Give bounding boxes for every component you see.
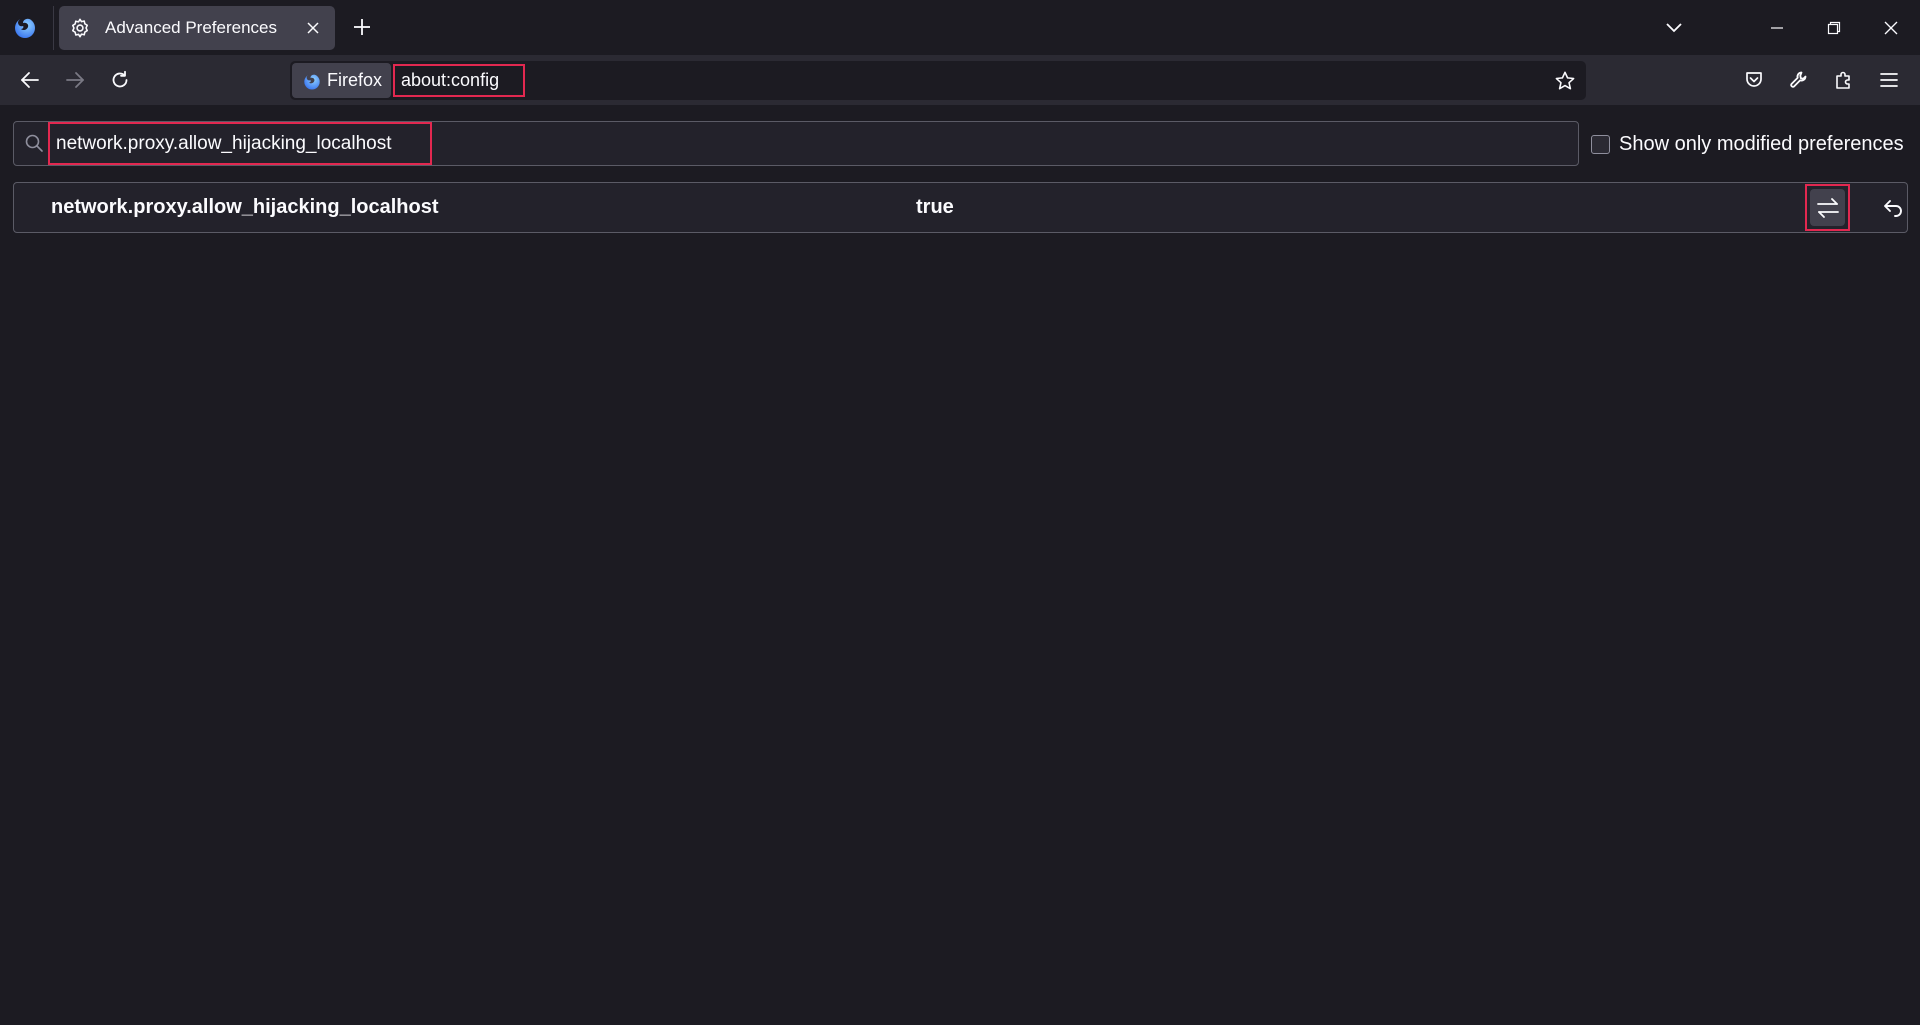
tab-separator [53, 6, 54, 50]
navigation-toolbar: Firefox about:config [0, 55, 1920, 105]
close-window-icon[interactable] [1874, 11, 1908, 45]
show-modified-checkbox[interactable] [1591, 134, 1610, 154]
preference-name: network.proxy.allow_hijacking_localhost [51, 196, 439, 218]
extensions-puzzle-icon[interactable] [1827, 63, 1861, 97]
preference-search-box[interactable]: network.proxy.allow_hijacking_localhost [13, 121, 1579, 166]
firefox-logo-icon [302, 71, 322, 91]
wrench-icon[interactable] [1782, 63, 1816, 97]
preference-row: network.proxy.allow_hijacking_localhost … [13, 182, 1908, 233]
show-modified-label[interactable]: Show only modified preferences [1619, 133, 1904, 156]
close-tab-icon[interactable] [303, 18, 323, 38]
forward-button[interactable] [58, 63, 92, 97]
bookmark-star-icon[interactable] [1552, 68, 1578, 94]
firefox-logo-icon[interactable] [12, 14, 38, 40]
back-button[interactable] [13, 63, 47, 97]
identity-box[interactable]: Firefox [292, 63, 391, 98]
list-all-tabs-chevron-down-icon[interactable] [1657, 11, 1691, 45]
preference-value[interactable]: true [916, 183, 954, 232]
toggle-button[interactable] [1805, 184, 1850, 231]
app-menu-hamburger-icon[interactable] [1872, 63, 1906, 97]
preference-search-input[interactable]: network.proxy.allow_hijacking_localhost [48, 122, 432, 165]
identity-label: Firefox [327, 70, 383, 90]
tab-advanced-preferences[interactable]: Advanced Preferences [59, 6, 335, 50]
minimize-window-icon[interactable] [1760, 11, 1794, 45]
url-bar[interactable]: Firefox about:config [290, 61, 1586, 100]
new-tab-button[interactable] [348, 13, 376, 41]
gear-icon [69, 17, 91, 39]
reload-button[interactable] [103, 63, 137, 97]
restore-window-icon[interactable] [1817, 11, 1851, 45]
pocket-icon[interactable] [1737, 63, 1771, 97]
tab-title: Advanced Preferences [105, 18, 277, 37]
reset-button[interactable] [1876, 191, 1910, 225]
url-input[interactable]: about:config [393, 64, 525, 97]
tab-strip: Advanced Preferences [0, 0, 1920, 55]
show-modified-toggle[interactable]: Show only modified preferences [1591, 131, 1904, 157]
toggle-arrows-icon [1810, 189, 1845, 226]
search-icon [24, 133, 46, 155]
